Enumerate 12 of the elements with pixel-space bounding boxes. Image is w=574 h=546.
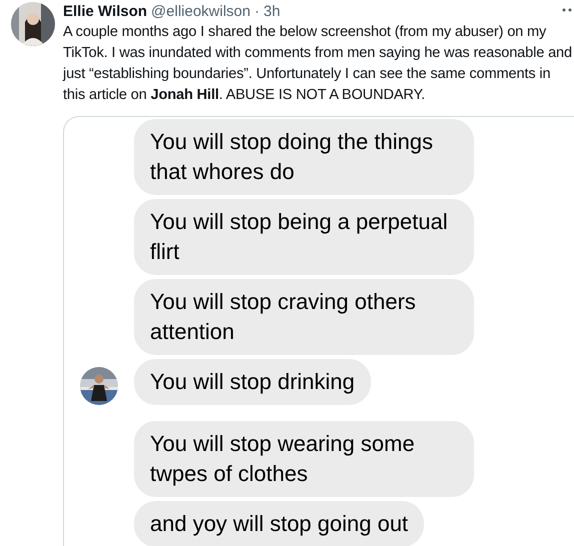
tweet-text: A couple months ago I shared the below screenshot (from my abuser) on my TikTok. I was inundated with comments from men saying he was reasonable and just “establishing boundaries”. Unfortunately I can see the same comments in this article on Jonah Hill. ABUSE IS NOT A BOUNDARY. [63, 23, 573, 105]
message-bubble: You will stop wearing some twpes of clothes [134, 421, 474, 497]
author-name[interactable]: Ellie Wilson [63, 2, 148, 22]
message-bubble: You will stop craving others attention [134, 279, 474, 355]
more-icon[interactable] [562, 8, 574, 12]
message-bubble: You will stop drinking [134, 359, 371, 405]
message-bubble: You will stop being a perpetual flirt [134, 199, 474, 275]
timestamp[interactable]: 3h [263, 2, 280, 22]
message-bubble: You will stop doing the things that whores do [134, 119, 474, 195]
separator: · [254, 2, 260, 22]
message-bubble: and yoy will stop going out [134, 501, 424, 546]
author-handle[interactable]: @ellieokwilson [151, 2, 250, 22]
